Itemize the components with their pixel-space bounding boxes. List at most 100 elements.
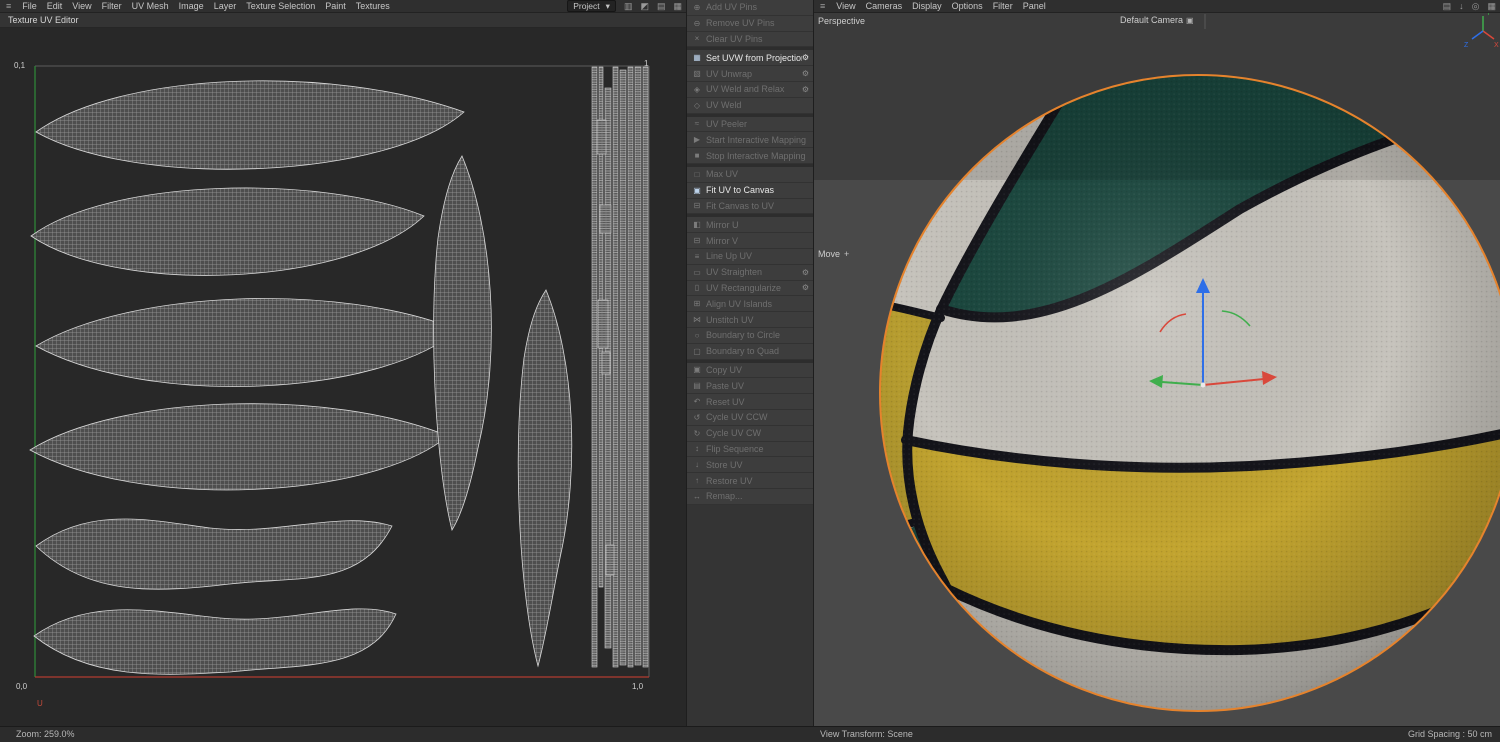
uv-strip-fragment[interactable] xyxy=(602,352,610,374)
cmd-copy-uv: ▣Copy UV xyxy=(687,363,813,379)
vp-menu-panel[interactable]: Panel xyxy=(1018,1,1051,11)
gear-icon[interactable]: ⚙ xyxy=(802,69,809,78)
uv-strip[interactable] xyxy=(613,67,618,667)
layout-grid-icon[interactable]: ▦ xyxy=(1483,1,1500,12)
cmd-label: UV Unwrap xyxy=(703,69,802,79)
gear-icon[interactable]: ⚙ xyxy=(802,283,809,292)
stop-interactive-mapping-icon: ■ xyxy=(691,151,703,160)
histogram-icon[interactable]: ▥ xyxy=(620,1,637,12)
u-axis-label: U xyxy=(37,699,43,708)
vp-menu-cameras[interactable]: Cameras xyxy=(861,1,908,11)
menubar-right-icons: ▤↓◎▦ xyxy=(1439,1,1500,12)
cmd-remove-uv-pins: ⊖Remove UV Pins xyxy=(687,16,813,32)
cmd-label: Unstitch UV xyxy=(703,315,809,325)
project-dropdown-label: Project xyxy=(573,1,599,11)
align-uv-islands-icon: ⊞ xyxy=(691,299,703,308)
gear-icon[interactable]: ⚙ xyxy=(802,53,809,62)
menu-view[interactable]: View xyxy=(67,1,96,11)
menu-filter[interactable]: Filter xyxy=(97,1,127,11)
cmd-label: Remap... xyxy=(703,491,809,501)
cmd-label: Reset UV xyxy=(703,397,809,407)
uv-strip[interactable] xyxy=(592,67,597,667)
uv-strip[interactable] xyxy=(628,67,633,667)
uv-island[interactable] xyxy=(36,519,392,589)
uv-editor-tab[interactable]: Texture UV Editor xyxy=(0,13,686,28)
vp-menu-filter[interactable]: Filter xyxy=(988,1,1018,11)
uv-strip-fragment[interactable] xyxy=(606,545,614,575)
paste-uv-icon: ▤ xyxy=(691,381,703,390)
uv-strip-fragment[interactable] xyxy=(597,120,606,154)
uv-strip-fragment[interactable] xyxy=(600,205,611,233)
view-transform-status: View Transform: Scene xyxy=(820,729,913,739)
cmd-boundary-to-circle: ○Boundary to Circle xyxy=(687,328,813,344)
palette-icon[interactable]: ◩ xyxy=(636,1,653,12)
cmd-uv-peeler: ≈UV Peeler xyxy=(687,117,813,133)
uv-islands[interactable] xyxy=(30,81,572,674)
vp-menu-display[interactable]: Display xyxy=(907,1,947,11)
uv-rectangularize-icon: ▯ xyxy=(691,283,703,292)
cmd-label: Max UV xyxy=(703,169,809,179)
uv-editor-canvas[interactable]: 0,1 1 0,0 1,0 U xyxy=(0,28,686,726)
uv-island[interactable] xyxy=(34,609,396,674)
cmd-cycle-uv-cw: ↻Cycle UV CW xyxy=(687,426,813,442)
perspective-viewport[interactable]: Y X Z Perspective Default Camera ▣ Move … xyxy=(814,13,1500,726)
download-icon[interactable]: ↓ xyxy=(1455,1,1468,11)
cmd-restore-uv: ↑Restore UV xyxy=(687,473,813,489)
cmd-label: Cycle UV CW xyxy=(703,428,809,438)
vp-menu-options[interactable]: Options xyxy=(947,1,988,11)
cmd-cycle-uv-ccw: ↺Cycle UV CCW xyxy=(687,410,813,426)
cmd-flip-sequence: ↕Flip Sequence xyxy=(687,442,813,458)
status-bar: Zoom: 259.0% View Transform: Scene Grid … xyxy=(0,726,1500,742)
cmd-start-interactive-mapping: ▶Start Interactive Mapping xyxy=(687,132,813,148)
uv-island[interactable] xyxy=(36,81,464,169)
cmd-store-uv: ↓Store UV xyxy=(687,457,813,473)
uv-strip-fragment[interactable] xyxy=(598,300,608,348)
menu-uv-mesh[interactable]: UV Mesh xyxy=(127,1,174,11)
uv-island[interactable] xyxy=(36,298,458,386)
pan-hand-icon[interactable]: ▤ xyxy=(1439,1,1456,12)
boundary-to-circle-icon: ○ xyxy=(691,331,703,340)
cmd-uv-weld: ◇UV Weld xyxy=(687,98,813,114)
menu-texture-selection[interactable]: Texture Selection xyxy=(241,1,320,11)
uv-strip[interactable] xyxy=(635,67,641,665)
project-dropdown[interactable]: Project ▾ xyxy=(567,0,616,12)
gear-icon[interactable]: ⚙ xyxy=(802,85,809,94)
uv-coord-00: 0,0 xyxy=(16,682,27,691)
camera-mode-label[interactable]: Perspective xyxy=(818,16,865,26)
cmd-set-uvw-from-projection[interactable]: ▦Set UVW from Projection⚙ xyxy=(687,50,813,66)
vp-menu-view[interactable]: View xyxy=(831,1,860,11)
cmd-unstitch-uv: ⋈Unstitch UV xyxy=(687,312,813,328)
cmd-reset-uv: ↶Reset UV xyxy=(687,394,813,410)
uv-strip[interactable] xyxy=(643,67,648,667)
gizmo-origin[interactable] xyxy=(1201,383,1206,388)
cmd-stop-interactive-mapping: ■Stop Interactive Mapping xyxy=(687,148,813,164)
menu-paint[interactable]: Paint xyxy=(320,1,351,11)
cmd-line-up-uv: ≡Line Up UV xyxy=(687,249,813,265)
menu-image[interactable]: Image xyxy=(174,1,209,11)
default-camera-selector[interactable]: Default Camera ▣ xyxy=(1120,15,1194,25)
cmd-uv-straighten: ▭UV Straighten⚙ xyxy=(687,265,813,281)
menu-textures[interactable]: Textures xyxy=(351,1,395,11)
cmd-boundary-to-quad: ▢Boundary to Quad xyxy=(687,344,813,360)
cmd-label: UV Weld and Relax xyxy=(703,84,802,94)
gear-icon[interactable]: ⚙ xyxy=(802,268,809,277)
uv-strip[interactable] xyxy=(620,70,626,665)
hamburger-menu-icon[interactable]: ≡ xyxy=(0,1,17,11)
uv-coord-10: 1,0 xyxy=(632,682,643,691)
uv-island[interactable] xyxy=(434,156,492,530)
layout-grid-icon[interactable]: ▦ xyxy=(669,1,686,12)
hamburger-menu-icon[interactable]: ≡ xyxy=(814,1,831,11)
cmd-fit-uv-to-canvas[interactable]: ▣Fit UV to Canvas xyxy=(687,183,813,199)
uv-island[interactable] xyxy=(30,404,448,490)
restore-uv-icon: ↑ xyxy=(691,476,703,485)
pan-hand-icon[interactable]: ▤ xyxy=(653,1,670,12)
render-sphere-icon[interactable]: ◎ xyxy=(1468,1,1484,12)
menu-edit[interactable]: Edit xyxy=(42,1,68,11)
uv-layout-svg xyxy=(0,28,686,726)
uv-island[interactable] xyxy=(518,290,571,666)
uv-weld-and-relax-icon: ◈ xyxy=(691,85,703,94)
uv-island[interactable] xyxy=(31,188,424,275)
uv-strips[interactable] xyxy=(592,67,648,667)
menu-file[interactable]: File xyxy=(17,1,42,11)
menu-layer[interactable]: Layer xyxy=(209,1,242,11)
